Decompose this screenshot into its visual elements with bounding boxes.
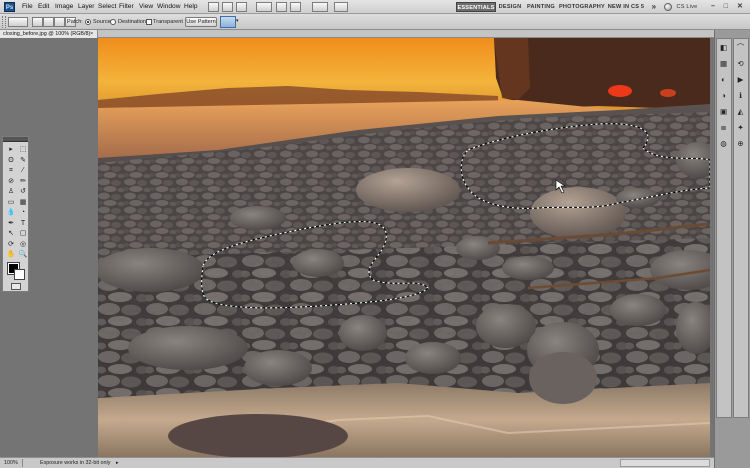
workspace-photography[interactable]: PHOTOGRAPHY (559, 2, 605, 12)
shape-tool-icon[interactable]: ▢ (18, 229, 28, 239)
screen-mode-icon[interactable] (334, 2, 348, 12)
eyedropper-tool-icon[interactable]: ⁄ (18, 166, 28, 176)
source-label: Source (93, 19, 111, 25)
source-radio[interactable] (85, 19, 91, 25)
crop-tool-icon[interactable]: ⌗ (6, 166, 16, 176)
image-canvas[interactable] (98, 38, 710, 457)
use-pattern-button[interactable]: Use Pattern (185, 17, 217, 27)
3d-rotate-tool-icon[interactable]: ⟳ (6, 240, 16, 250)
history-panel-icon[interactable]: ⟲ (735, 58, 746, 69)
menu-filter[interactable]: Filter (119, 3, 134, 10)
workspace-design[interactable]: DESIGN (497, 2, 523, 12)
pattern-picker-icon[interactable] (220, 16, 236, 28)
patch-tool-preset-icon[interactable] (8, 17, 28, 27)
menu-edit[interactable]: Edit (38, 3, 49, 10)
tools-panel: ▸ ⬚ ʘ ✎ ⌗ ⁄ ⊘ ✏ ♙ ↺ ▭ ▦ 💧 ◔ ✒ T ↖ ▢ ⟳ ◎ ✋ 🔍 (2, 136, 29, 292)
pen-tool-icon[interactable]: ✒ (6, 219, 16, 229)
cs-live-button[interactable]: CS Live (674, 2, 700, 12)
more-workspaces-icon[interactable]: » (650, 2, 658, 12)
workspace-painting[interactable]: PAINTING (526, 2, 556, 12)
eraser-tool-icon[interactable]: ▭ (6, 198, 16, 208)
photo-beach-sunset (98, 38, 710, 457)
background-color-swatch[interactable] (14, 269, 25, 280)
3d-camera-tool-icon[interactable]: ◎ (18, 240, 28, 250)
zoom-tool-icon[interactable]: 🔍 (18, 250, 28, 260)
menu-view[interactable]: View (139, 3, 153, 10)
menu-window[interactable]: Window (157, 3, 180, 10)
menu-bar: Ps File Edit Image Layer Select Filter V… (0, 0, 750, 14)
layers-panel-icon[interactable]: ≣ (718, 122, 729, 133)
options-bar: Patch: Source Destination Transparent Us… (0, 14, 750, 30)
transparent-checkbox[interactable] (146, 19, 152, 25)
zoom-level-dropdown[interactable] (256, 2, 272, 12)
quick-select-tool-icon[interactable]: ✎ (18, 156, 28, 166)
zoom-readout[interactable]: 100% (4, 460, 18, 466)
gradient-tool-icon[interactable]: ▦ (18, 198, 28, 208)
hand-tool-shortcut-icon[interactable] (276, 2, 287, 12)
tools-panel-header[interactable] (3, 137, 28, 142)
move-tool-icon[interactable]: ▸ (6, 145, 16, 155)
close-document-icon[interactable]: × (90, 31, 93, 37)
document-tab-title: closing_before.jpg @ 100% (RGB/8) (3, 31, 91, 37)
arrange-documents-icon[interactable] (312, 2, 328, 12)
launch-mini-bridge-icon[interactable] (222, 2, 233, 12)
patch-label: Patch: (67, 19, 83, 25)
quick-mask-icon[interactable] (11, 283, 21, 290)
color-panel-icon[interactable]: ◧ (718, 42, 729, 53)
dodge-tool-icon[interactable]: ◔ (18, 208, 28, 218)
menu-image[interactable]: Image (55, 3, 73, 10)
channels-panel-icon[interactable]: ◍ (718, 138, 729, 149)
menu-file[interactable]: File (22, 3, 33, 10)
type-tool-icon[interactable]: T (18, 219, 28, 229)
subtract-selection-icon[interactable] (54, 17, 65, 27)
maximize-button[interactable]: □ (721, 2, 731, 12)
blur-tool-icon[interactable]: 💧 (6, 208, 16, 218)
minimize-button[interactable]: – (708, 2, 718, 12)
workspace-new-in-cs5[interactable]: NEW IN CS 5 (606, 2, 646, 12)
paths-panel-icon[interactable]: ⌒ (735, 42, 746, 53)
add-to-selection-icon[interactable] (43, 17, 54, 27)
swatches-panel-icon[interactable]: ▦ (718, 58, 729, 69)
photoshop-logo: Ps (4, 2, 15, 12)
styles-panel-icon[interactable]: ◐ (718, 74, 729, 85)
brush-tool-icon[interactable]: ✏ (18, 177, 28, 187)
workspace-essentials[interactable]: ESSENTIALS (456, 2, 496, 12)
menu-layer[interactable]: Layer (78, 3, 95, 10)
brushes-panel-icon[interactable]: ✦ (735, 122, 746, 133)
close-window-button[interactable]: ✕ (735, 2, 745, 12)
adjustments-panel-icon[interactable]: ◑ (718, 90, 729, 101)
cs-live-icon (664, 3, 672, 11)
menu-help[interactable]: Help (184, 3, 198, 10)
new-selection-icon[interactable] (32, 17, 43, 27)
path-select-tool-icon[interactable]: ↖ (6, 229, 16, 239)
actions-panel-icon[interactable]: ▶ (735, 74, 746, 85)
panel-dock: ◧ ▦ ◐ ◑ ▣ ≣ ◍ ⌒ ⟲ ▶ ℹ ◭ ✦ ⊕ (714, 30, 750, 468)
status-message: Exposure works in 32-bit only (40, 460, 111, 466)
launch-bridge-icon[interactable] (208, 2, 219, 12)
clone-stamp-tool-icon[interactable]: ♙ (6, 187, 16, 197)
history-brush-tool-icon[interactable]: ↺ (18, 187, 28, 197)
status-menu-arrow-icon[interactable]: ▸ (116, 460, 119, 466)
navigator-panel-icon[interactable]: ◭ (735, 106, 746, 117)
status-bar: 100% Exposure works in 32-bit only ▸ (0, 457, 714, 468)
status-divider (22, 459, 23, 467)
clone-source-panel-icon[interactable]: ⊕ (735, 138, 746, 149)
lasso-tool-icon[interactable]: ʘ (6, 156, 16, 166)
document-tab[interactable]: closing_before.jpg @ 100% (RGB/8) × (0, 30, 98, 38)
transparent-label: Transparent (153, 19, 183, 25)
pattern-dropdown-chevron-icon[interactable]: ▾ (236, 18, 240, 26)
destination-label: Destination (118, 19, 146, 25)
destination-radio[interactable] (110, 19, 116, 25)
horizontal-scrollbar[interactable] (620, 459, 710, 467)
rotate-view-icon[interactable] (290, 2, 301, 12)
options-grip[interactable] (2, 16, 6, 28)
info-panel-icon[interactable]: ℹ (735, 90, 746, 101)
marquee-tool-icon[interactable]: ⬚ (18, 145, 28, 155)
masks-panel-icon[interactable]: ▣ (718, 106, 729, 117)
patch-tool-icon[interactable]: ⊘ (6, 177, 16, 187)
hand-tool-icon[interactable]: ✋ (6, 250, 16, 260)
menu-select[interactable]: Select (98, 3, 116, 10)
view-extras-icon[interactable] (236, 2, 247, 12)
document-tab-bar: closing_before.jpg @ 100% (RGB/8) × (0, 30, 714, 38)
